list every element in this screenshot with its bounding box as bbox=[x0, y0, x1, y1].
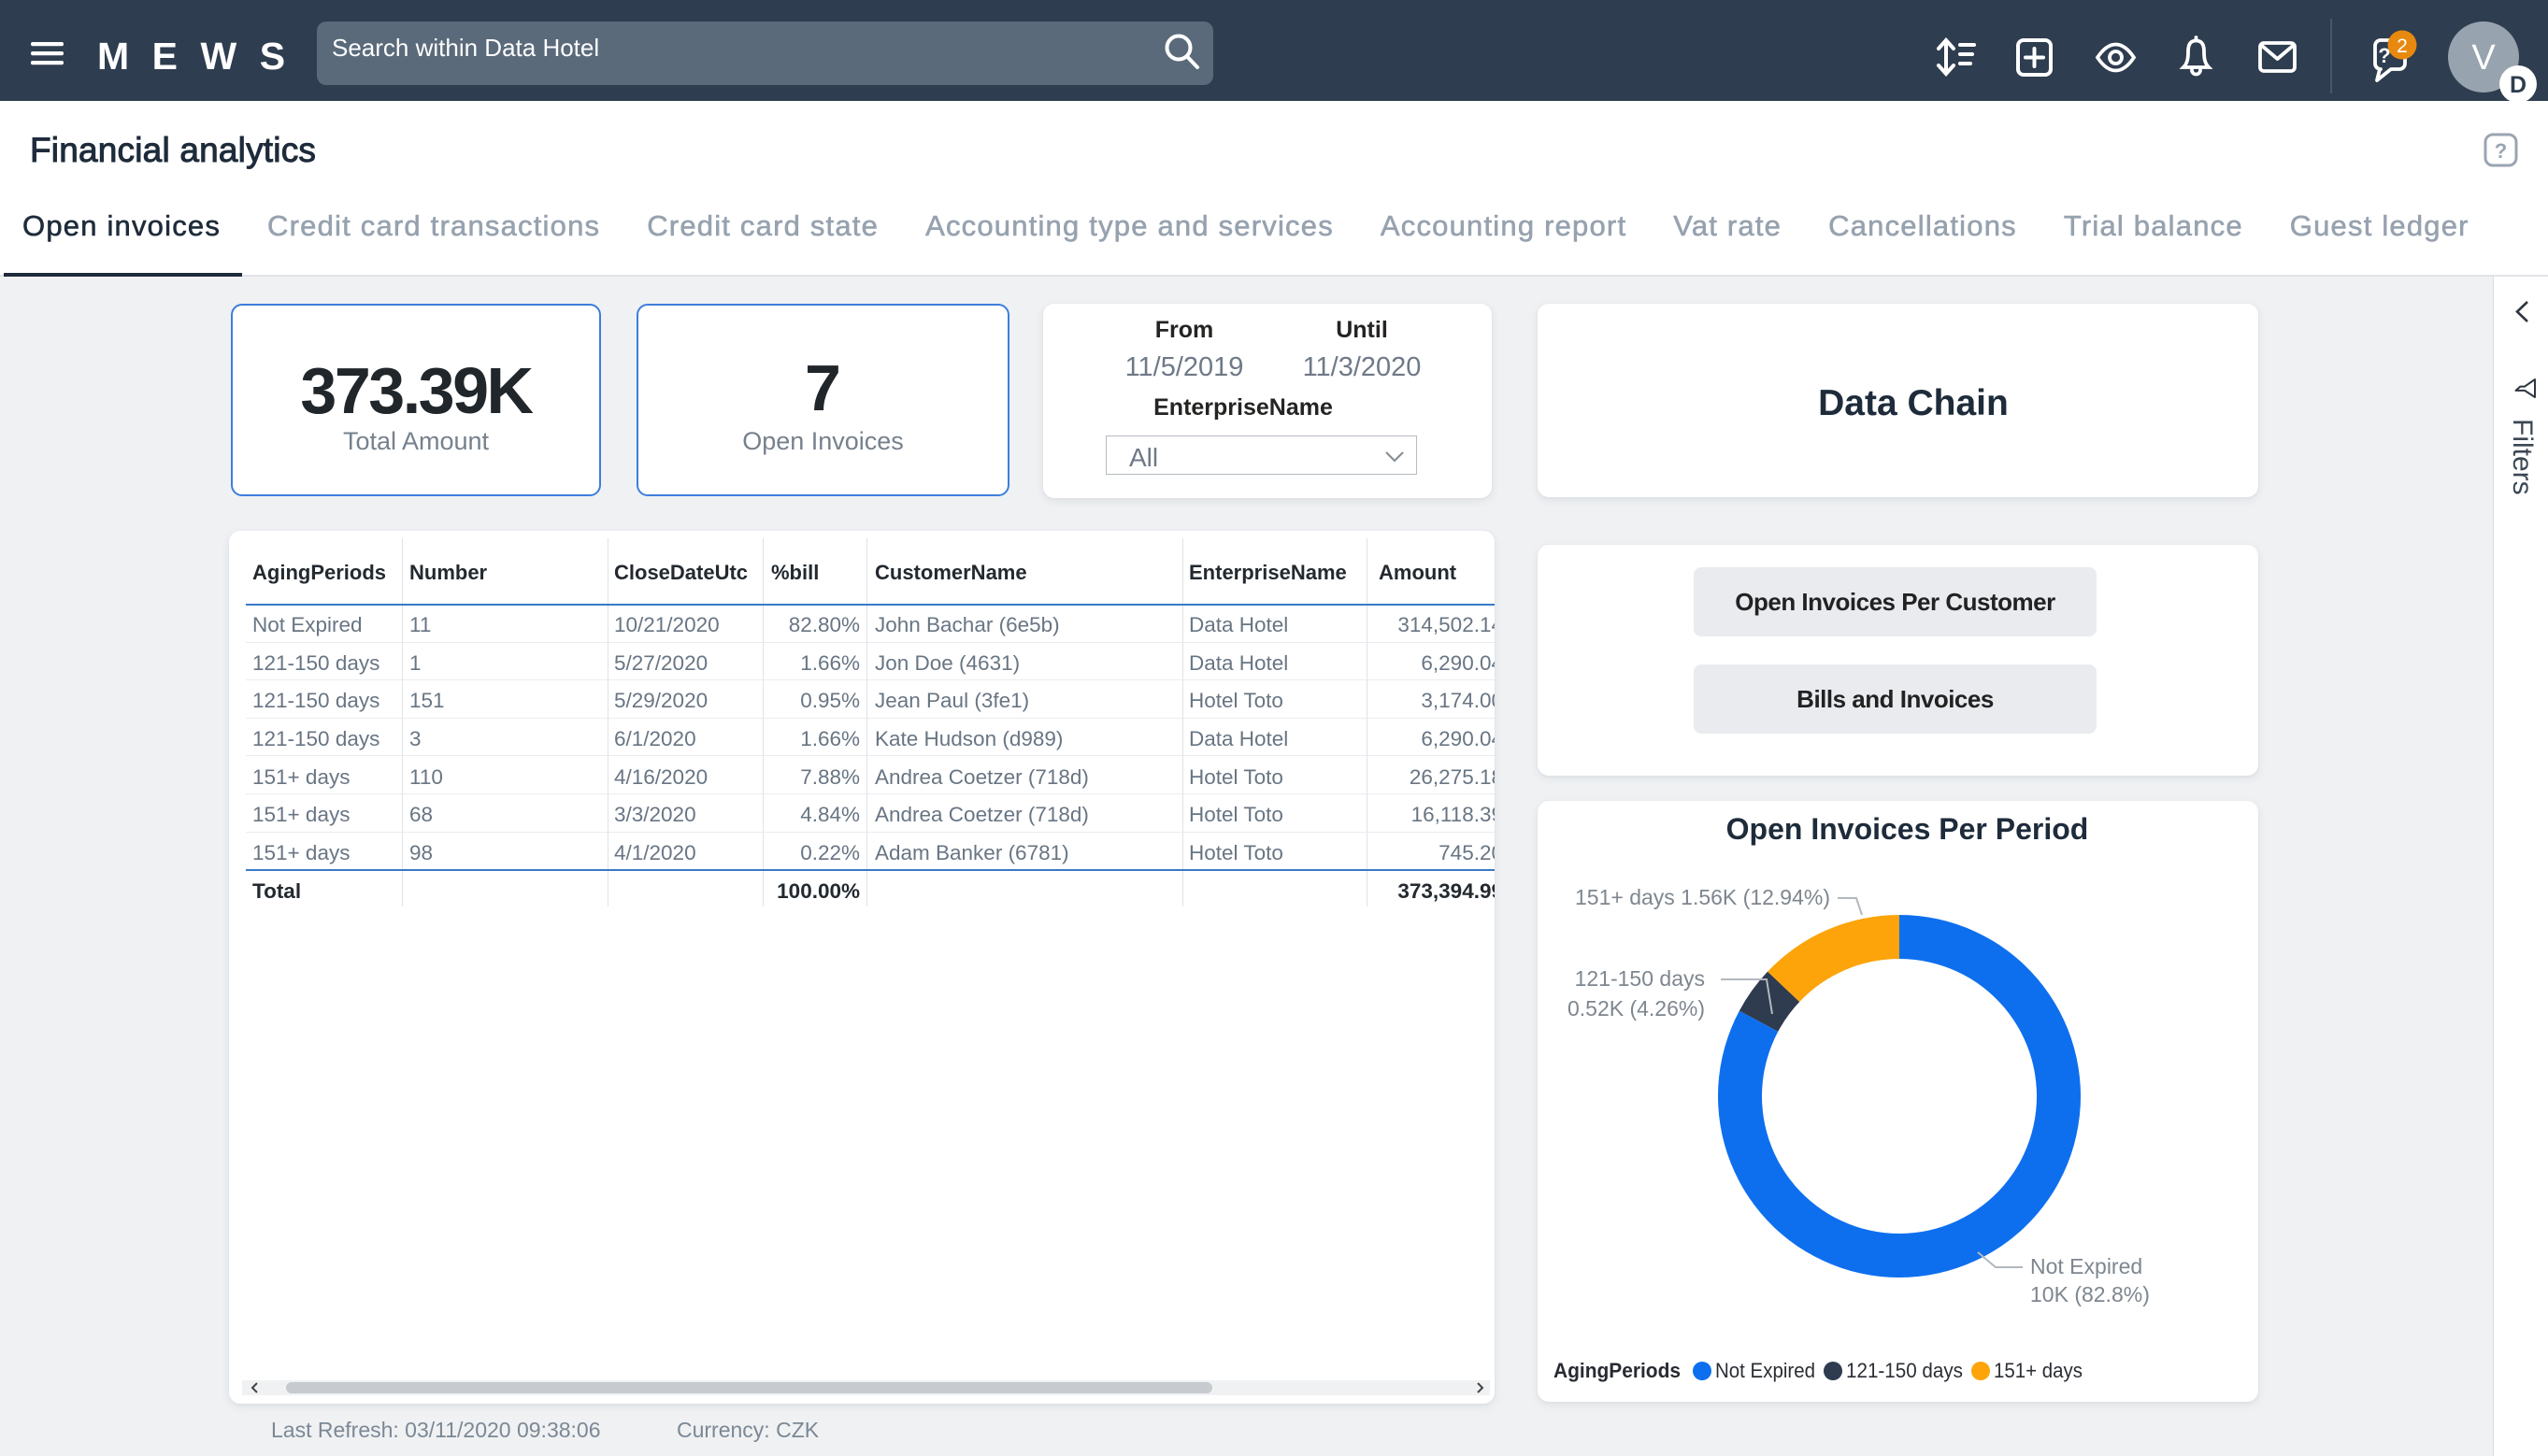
svg-text:0.52K (4.26%): 0.52K (4.26%) bbox=[1567, 996, 1705, 1021]
svg-text:10K (82.8%): 10K (82.8%) bbox=[2030, 1282, 2150, 1306]
svg-text:151+ days 1.56K (12.94%): 151+ days 1.56K (12.94%) bbox=[1575, 885, 1830, 909]
svg-text:151+ days: 151+ days bbox=[1994, 1359, 2083, 1382]
svg-text:D: D bbox=[2510, 72, 2527, 98]
svg-text:Not Expired: Not Expired bbox=[1715, 1359, 1815, 1382]
svg-text:121-150 days: 121-150 days bbox=[1575, 966, 1705, 991]
svg-text:121-150 days: 121-150 days bbox=[1846, 1359, 1963, 1382]
svg-text:2: 2 bbox=[2397, 36, 2408, 57]
svg-text:V: V bbox=[2471, 38, 2496, 78]
svg-text:AgingPeriods: AgingPeriods bbox=[1553, 1359, 1681, 1382]
svg-text:Not Expired: Not Expired bbox=[2030, 1254, 2142, 1278]
svg-text:?: ? bbox=[2495, 139, 2507, 163]
